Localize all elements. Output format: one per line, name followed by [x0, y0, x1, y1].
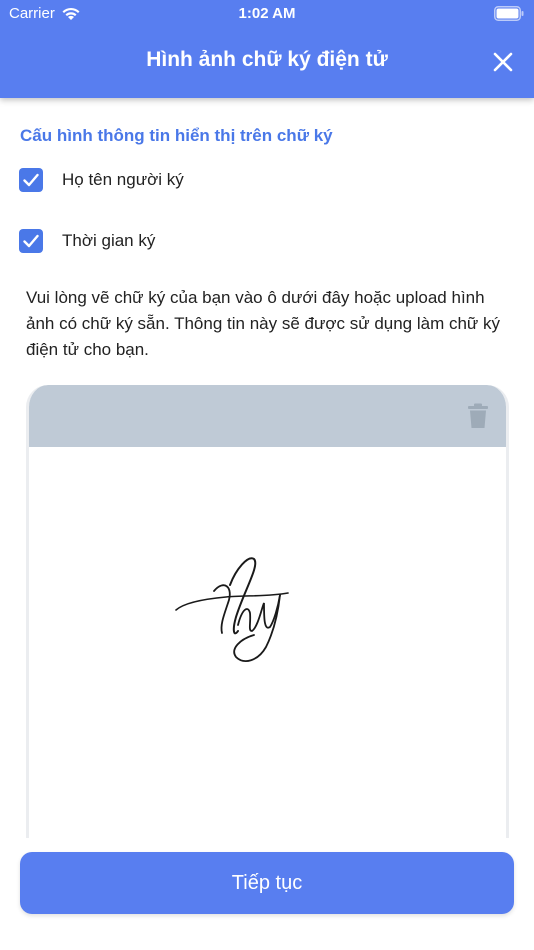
page-title: Hình ảnh chữ ký điện tử	[146, 48, 388, 71]
battery-icon	[494, 6, 524, 21]
signature-canvas[interactable]	[29, 447, 506, 842]
checkmark-icon	[23, 173, 39, 187]
trash-icon[interactable]	[467, 403, 489, 429]
signature-toolbar	[29, 385, 506, 447]
option-label: Họ tên người ký	[62, 170, 184, 189]
checkbox-sign-time[interactable]	[19, 229, 43, 253]
checkmark-icon	[23, 234, 39, 248]
option-signer-name[interactable]: Họ tên người ký	[19, 168, 184, 192]
instructions-text: Vui lòng vẽ chữ ký của bạn vào ô dưới đâ…	[26, 288, 501, 359]
status-bar: Carrier 1:02 AM	[0, 0, 534, 28]
continue-button[interactable]: Tiếp tục	[20, 852, 514, 914]
signature-pad	[26, 385, 509, 845]
handwritten-signature	[175, 557, 289, 662]
status-time: 1:02 AM	[238, 5, 296, 22]
close-icon[interactable]	[492, 51, 514, 73]
option-label: Thời gian ký	[62, 231, 156, 250]
option-sign-time[interactable]: Thời gian ký	[19, 229, 155, 253]
app-header: Carrier 1:02 AM Hình ảnh chữ ký điện tử	[0, 0, 534, 98]
config-section-title: Cấu hình thông tin hiển thị trên chữ ký	[20, 126, 333, 145]
checkbox-signer-name[interactable]	[19, 168, 43, 192]
